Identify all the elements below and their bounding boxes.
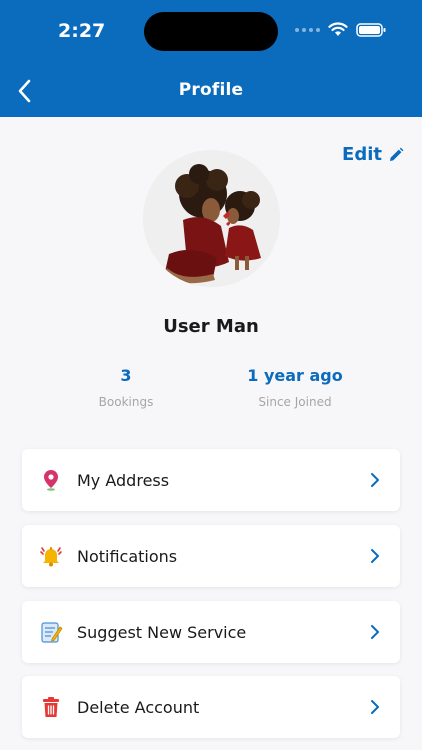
cellular-icon bbox=[295, 27, 320, 32]
chevron-right-icon bbox=[371, 700, 379, 714]
menu-label: My Address bbox=[77, 470, 170, 490]
wifi-icon bbox=[328, 22, 348, 36]
notepad-icon bbox=[38, 619, 64, 645]
user-name: User Man bbox=[163, 316, 259, 337]
dynamic-island bbox=[144, 12, 278, 51]
trash-icon bbox=[38, 694, 64, 720]
menu-label: Suggest New Service bbox=[77, 622, 247, 642]
menu-item-suggest-new-service[interactable]: Suggest New Service bbox=[22, 601, 400, 663]
bell-icon bbox=[38, 543, 64, 569]
menu-label: Delete Account bbox=[77, 697, 200, 717]
joined-value: 1 year ago bbox=[247, 366, 343, 385]
page-title: Profile bbox=[178, 80, 244, 100]
menu-label: Notifications bbox=[77, 546, 178, 566]
pencil-icon bbox=[390, 147, 404, 161]
chevron-right-icon bbox=[371, 625, 379, 639]
chevron-right-icon bbox=[371, 473, 379, 487]
stat-since-joined: 1 year ago Since Joined bbox=[215, 366, 375, 409]
avatar bbox=[143, 150, 280, 287]
edit-label: Edit bbox=[342, 144, 382, 165]
chevron-right-icon bbox=[371, 549, 379, 563]
menu-item-delete-account[interactable]: Delete Account bbox=[22, 676, 400, 738]
menu-item-my-address[interactable]: My Address bbox=[22, 449, 400, 511]
menu-item-notifications[interactable]: Notifications bbox=[22, 525, 400, 587]
bookings-count: 3 bbox=[120, 366, 132, 385]
edit-profile-button[interactable]: Edit bbox=[342, 144, 404, 165]
bookings-label: Bookings bbox=[98, 395, 154, 409]
battery-icon bbox=[356, 22, 386, 37]
profile-illustration bbox=[143, 150, 280, 287]
joined-label: Since Joined bbox=[258, 395, 332, 409]
status-indicators bbox=[295, 22, 386, 37]
status-time: 2:27 bbox=[58, 20, 106, 42]
stat-bookings: 3 Bookings bbox=[46, 366, 206, 409]
location-pin-icon bbox=[38, 467, 64, 493]
app-header: 2:27 Profile bbox=[0, 0, 422, 117]
